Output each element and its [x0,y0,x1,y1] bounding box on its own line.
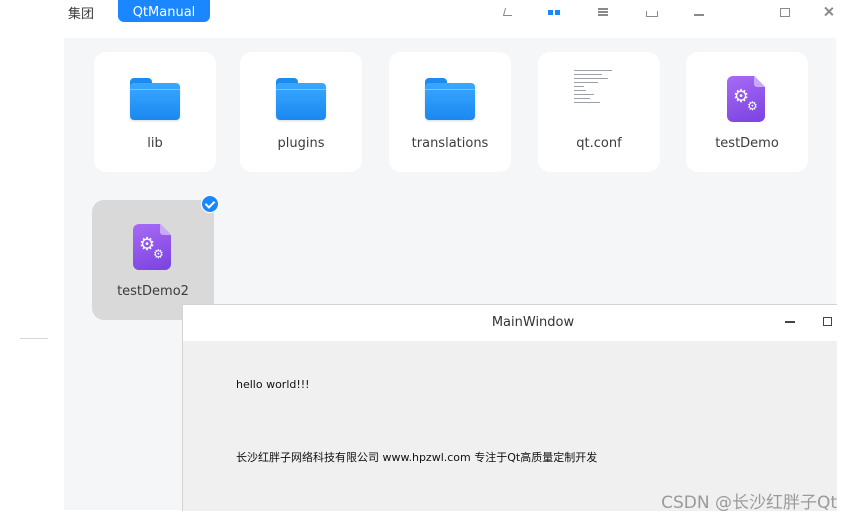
check-icon [201,195,219,213]
grid-view-icon[interactable] [548,6,562,18]
file-item[interactable]: qt.conf [538,52,660,172]
details-view-icon[interactable] [644,6,658,18]
path-button[interactable]: QtManual [118,0,210,22]
text-file-icon [574,66,622,126]
folder-icon [130,78,180,120]
folder-icon [276,78,326,120]
qt-main-window: MainWindow hello world!!! 长沙红胖子网络科技有限公司 … [182,304,837,511]
sort-icon[interactable] [502,6,516,18]
main-window-titlebar: MainWindow [183,305,837,341]
executable-icon: ⚙ ⚙ [133,224,171,270]
file-item-label: lib [147,136,163,151]
file-item[interactable]: plugins [240,52,362,172]
close-icon[interactable] [822,6,836,18]
file-item-label: testDemo [715,136,779,151]
file-item-label: translations [411,136,489,151]
hello-label: hello world!!! [236,378,310,391]
maximize-icon[interactable] [778,6,792,18]
list-view-icon[interactable] [596,6,610,18]
file-item-label: qt.conf [576,136,622,151]
file-manager-toolbar: 集团 QtManual [20,0,836,38]
executable-icon: ⚙ ⚙ [727,76,765,122]
watermark: CSDN @长沙红胖子Qt [661,493,837,513]
company-label: 长沙红胖子网络科技有限公司 www.hpzwl.com 专注于Qt高质量定制开发 [236,451,598,464]
file-item[interactable]: translations [389,52,511,172]
file-item-label: testDemo2 [117,284,189,299]
maximize-icon[interactable] [823,317,832,326]
sidebar-divider [20,338,48,339]
file-item-selected[interactable]: ⚙ ⚙ testDemo2 [92,195,219,320]
file-item-label: plugins [277,136,325,151]
sidebar [20,38,64,510]
minimize-icon[interactable] [785,321,795,323]
menu-icon[interactable] [692,6,706,18]
toolbar-tab[interactable]: 集团 [68,6,94,24]
main-window-title: MainWindow [491,315,575,330]
file-item[interactable]: lib [94,52,216,172]
file-item[interactable]: ⚙ ⚙ testDemo [686,52,808,172]
folder-icon [425,78,475,120]
